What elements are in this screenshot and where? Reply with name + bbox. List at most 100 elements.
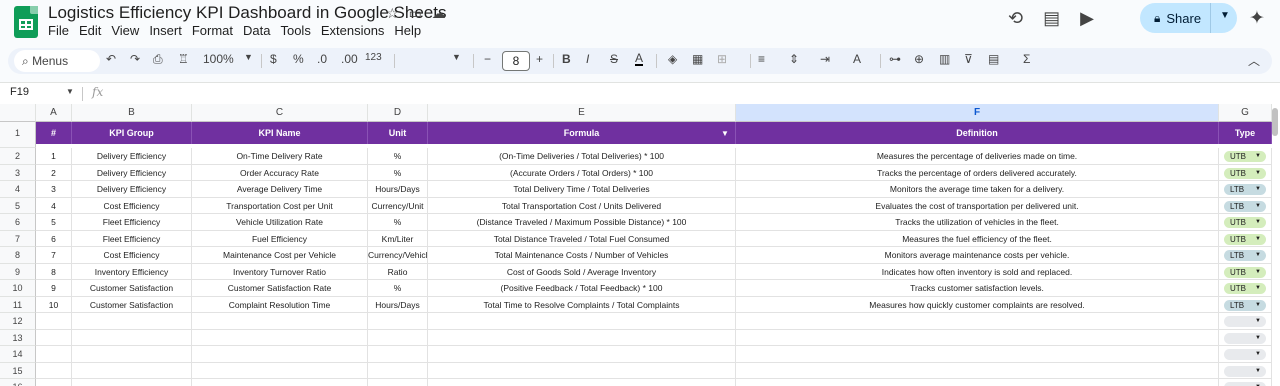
- table-cell[interactable]: Inventory Turnover Ratio: [192, 263, 368, 280]
- merge-cells-icon[interactable]: ⊞: [717, 52, 727, 66]
- menu-tools[interactable]: Tools: [280, 23, 310, 38]
- type-cell[interactable]: LTB ▼: [1219, 247, 1272, 264]
- table-cell[interactable]: Maintenance Cost per Vehicle: [192, 247, 368, 264]
- select-all-corner[interactable]: [0, 104, 36, 122]
- insert-link-icon[interactable]: ⊶: [889, 52, 901, 66]
- table-cell[interactable]: [36, 379, 72, 386]
- table-cell[interactable]: 4: [36, 197, 72, 214]
- undo-icon[interactable]: ↶: [106, 52, 116, 66]
- table-cell[interactable]: Transportation Cost per Unit: [192, 197, 368, 214]
- table-cell[interactable]: [428, 379, 736, 386]
- table-cell[interactable]: Customer Satisfaction: [72, 296, 192, 313]
- chevron-down-icon[interactable]: ▼: [1255, 267, 1261, 278]
- column-header-e[interactable]: E: [428, 104, 736, 122]
- type-cell[interactable]: LTB ▼: [1219, 181, 1272, 198]
- menu-insert[interactable]: Insert: [149, 23, 182, 38]
- table-cell[interactable]: [72, 313, 192, 330]
- table-cell[interactable]: [368, 362, 428, 379]
- row-header[interactable]: 6: [0, 214, 36, 231]
- type-dropdown-chip[interactable]: ▼: [1224, 316, 1266, 327]
- table-cell[interactable]: [192, 362, 368, 379]
- type-dropdown-chip[interactable]: ▼: [1224, 349, 1266, 360]
- type-cell[interactable]: ▼: [1219, 313, 1272, 330]
- zoom-select[interactable]: 100%: [203, 52, 234, 66]
- version-history-icon[interactable]: ⟲: [1008, 8, 1023, 29]
- row-header[interactable]: 1: [0, 122, 36, 148]
- row-header[interactable]: 8: [0, 247, 36, 264]
- table-cell[interactable]: 5: [36, 214, 72, 231]
- menu-data[interactable]: Data: [243, 23, 270, 38]
- type-dropdown-chip[interactable]: UTB ▼: [1224, 233, 1266, 245]
- menu-file[interactable]: File: [48, 23, 69, 38]
- gemini-sparkle-icon[interactable]: ✦: [1249, 7, 1265, 30]
- type-dropdown-chip[interactable]: LTB ▼: [1224, 250, 1266, 261]
- type-dropdown-chip[interactable]: LTB ▼: [1224, 184, 1266, 195]
- menu-edit[interactable]: Edit: [79, 23, 101, 38]
- share-dropdown-icon[interactable]: ▼: [1220, 10, 1230, 21]
- table-cell[interactable]: 7: [36, 247, 72, 264]
- font-family-dropdown-icon[interactable]: ▼: [452, 52, 461, 62]
- table-cell[interactable]: Average Delivery Time: [192, 181, 368, 198]
- table-cell[interactable]: Evaluates the cost of transportation per…: [736, 197, 1219, 214]
- borders-icon[interactable]: ▦: [692, 52, 703, 66]
- comments-icon[interactable]: ▤: [1043, 8, 1060, 29]
- type-cell[interactable]: LTB ▼: [1219, 197, 1272, 214]
- type-dropdown-chip[interactable]: ▼: [1224, 365, 1266, 377]
- table-cell[interactable]: %: [368, 164, 428, 181]
- type-dropdown-chip[interactable]: ▼: [1224, 382, 1266, 386]
- text-wrapping-icon[interactable]: ⇥: [820, 52, 830, 66]
- zoom-dropdown-icon[interactable]: ▼: [244, 52, 253, 62]
- table-cell[interactable]: Complaint Resolution Time: [192, 296, 368, 313]
- table-header-cell[interactable]: Type: [1219, 122, 1272, 144]
- insert-chart-icon[interactable]: ▥: [939, 52, 950, 66]
- table-cell[interactable]: (On-Time Deliveries / Total Deliveries) …: [428, 148, 736, 165]
- type-cell[interactable]: LTB ▼: [1219, 296, 1272, 313]
- table-header-cell[interactable]: Unit: [368, 122, 428, 144]
- chevron-down-icon[interactable]: ▼: [1255, 184, 1261, 195]
- paint-format-icon[interactable]: ♖: [178, 52, 189, 66]
- cloud-status-icon[interactable]: ☁: [432, 5, 446, 22]
- filter-views-icon[interactable]: ▤: [988, 52, 999, 66]
- filter-dropdown-icon[interactable]: ▼: [721, 129, 729, 138]
- table-cell[interactable]: Cost Efficiency: [72, 247, 192, 264]
- table-cell[interactable]: [368, 329, 428, 346]
- column-header-c[interactable]: C: [192, 104, 368, 122]
- table-cell[interactable]: [428, 329, 736, 346]
- italic-icon[interactable]: I: [586, 52, 589, 66]
- table-cell[interactable]: Delivery Efficiency: [72, 148, 192, 165]
- table-cell[interactable]: [72, 329, 192, 346]
- chevron-down-icon[interactable]: ▼: [1255, 349, 1261, 360]
- name-box[interactable]: F19: [10, 86, 29, 98]
- table-cell[interactable]: 2: [36, 164, 72, 181]
- table-cell[interactable]: [736, 379, 1219, 386]
- type-dropdown-chip[interactable]: UTB ▼: [1224, 283, 1266, 294]
- table-cell[interactable]: Currency/Vehicle: [368, 247, 428, 264]
- table-cell[interactable]: On-Time Delivery Rate: [192, 148, 368, 165]
- table-cell[interactable]: [72, 362, 192, 379]
- type-dropdown-chip[interactable]: LTB ▼: [1224, 200, 1266, 212]
- type-cell[interactable]: ▼: [1219, 362, 1272, 379]
- table-header-cell[interactable]: #: [36, 122, 72, 144]
- type-cell[interactable]: ▼: [1219, 379, 1272, 386]
- redo-icon[interactable]: ↷: [130, 52, 140, 66]
- menu-extensions[interactable]: Extensions: [321, 23, 385, 38]
- column-header-g[interactable]: G: [1219, 104, 1272, 122]
- table-cell[interactable]: Tracks the utilization of vehicles in th…: [736, 214, 1219, 231]
- chevron-down-icon[interactable]: ▼: [1255, 168, 1261, 179]
- star-icon[interactable]: ☆: [386, 5, 399, 22]
- row-header[interactable]: 12: [0, 313, 36, 330]
- table-cell[interactable]: [368, 313, 428, 330]
- row-header[interactable]: 7: [0, 230, 36, 247]
- chevron-down-icon[interactable]: ▼: [1255, 250, 1261, 261]
- type-dropdown-chip[interactable]: LTB ▼: [1224, 299, 1266, 311]
- table-cell[interactable]: Monitors average maintenance costs per v…: [736, 247, 1219, 264]
- table-cell[interactable]: Inventory Efficiency: [72, 263, 192, 280]
- table-cell[interactable]: Total Maintenance Costs / Number of Vehi…: [428, 247, 736, 264]
- name-box-dropdown-icon[interactable]: ▼: [66, 87, 74, 96]
- table-cell[interactable]: [36, 346, 72, 363]
- table-cell[interactable]: Cost Efficiency: [72, 197, 192, 214]
- table-cell[interactable]: [428, 313, 736, 330]
- table-cell[interactable]: [36, 362, 72, 379]
- chevron-down-icon[interactable]: ▼: [1255, 151, 1261, 162]
- column-header-b[interactable]: B: [72, 104, 192, 122]
